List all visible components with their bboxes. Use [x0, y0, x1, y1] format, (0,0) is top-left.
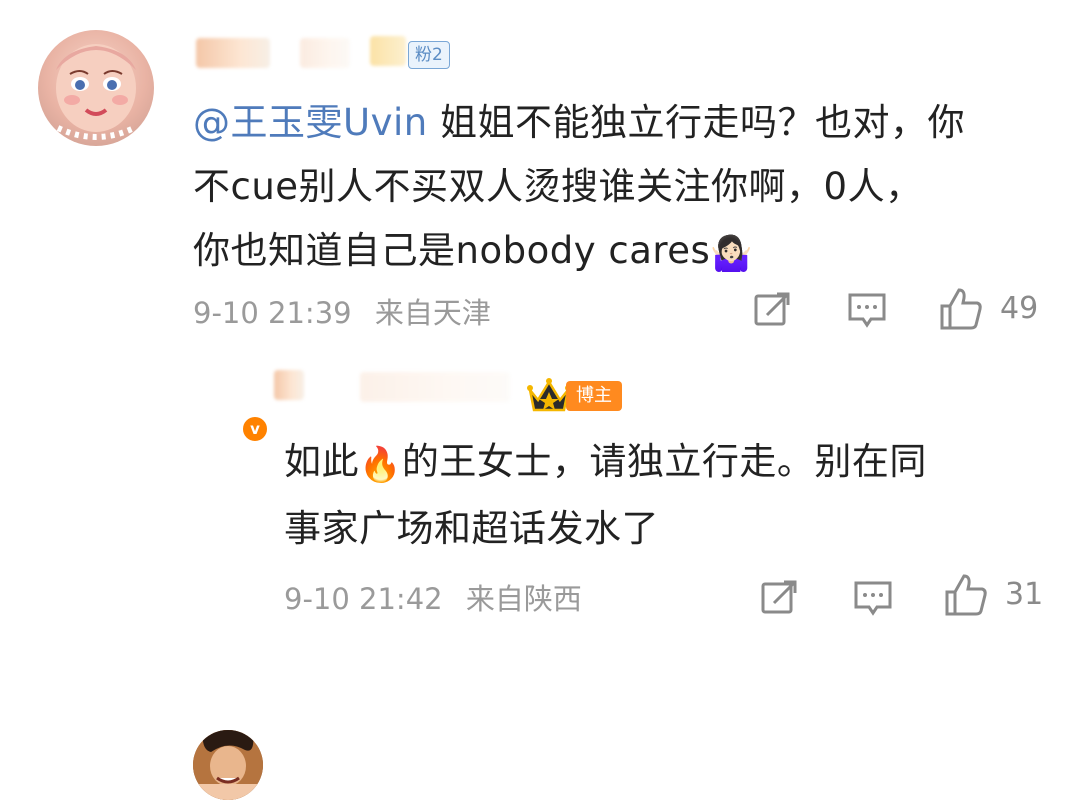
reply-line-2: 事家广场和超话发水了: [284, 507, 659, 550]
reply-meta: 9-10 21:42 来自陕西: [284, 576, 582, 618]
commenter-name-blurred-2[interactable]: [300, 38, 350, 68]
blogger-avatar[interactable]: [193, 730, 263, 800]
blogger-badge: 博主: [566, 381, 622, 411]
mention-link[interactable]: @王玉雯Uvin: [193, 101, 428, 144]
comment-line-3-text: 你也知道自己是nobody cares: [193, 229, 711, 272]
thumbs-up-icon[interactable]: [939, 287, 983, 331]
comment-line-1-text: 姐姐不能独立行走吗？也对，你: [427, 101, 965, 144]
comment-location: 来自天津: [374, 296, 491, 330]
comment-line-2: 不cue别人不买双人烫搜谁关注你啊，0人，: [193, 165, 923, 208]
commenter-name-blurred[interactable]: [196, 38, 270, 68]
fan-level-badge: 粉2: [408, 41, 450, 69]
comment-icon[interactable]: [847, 290, 887, 330]
commenter-avatar[interactable]: [38, 30, 154, 146]
reply-location: 来自陕西: [465, 582, 582, 616]
reply-date: 9-10 21:42: [284, 582, 443, 616]
reply-line-1a: 如此: [284, 440, 359, 483]
verified-badge: v: [241, 415, 269, 443]
reply-like-count: 31: [1005, 577, 1044, 612]
comment-icon[interactable]: [853, 578, 893, 618]
thumbs-up-icon[interactable]: [944, 573, 988, 617]
comment-main: 粉2 @王玉雯Uvin 姐姐不能独立行走吗？也对，你 不cue别人不买双人烫搜谁…: [0, 0, 1080, 360]
blogger-photo-image: [193, 730, 263, 800]
comment-meta: 9-10 21:39 来自天津: [193, 290, 491, 332]
comment-line-1: @王玉雯Uvin 姐姐不能独立行走吗？也对，你: [193, 91, 1053, 155]
comment-text: @王玉雯Uvin 姐姐不能独立行走吗？也对，你 不cue别人不买双人烫搜谁关注你…: [193, 91, 1053, 286]
fire-emoji: 🔥: [359, 445, 402, 485]
reply-line-1: 如此🔥的王女士，请独立行走。别在同: [284, 430, 1044, 497]
comment-reply: v 博主 如此🔥的王女士，请独立行走。别在同 事家广场和超话发水了 9-10 2…: [0, 360, 1080, 800]
share-icon[interactable]: [753, 289, 793, 329]
like-count: 49: [1000, 291, 1039, 326]
reply-line-1b: 的王女士，请独立行走。别在同: [401, 440, 927, 483]
shrug-emoji: 🤷🏻‍♀️: [710, 234, 754, 274]
share-icon[interactable]: [760, 577, 800, 617]
reply-text: 如此🔥的王女士，请独立行走。别在同 事家广场和超话发水了: [284, 430, 1044, 561]
blogger-name-blurred[interactable]: [274, 370, 304, 400]
blogger-name-blurred-2[interactable]: [360, 372, 510, 402]
doll-face-image: [56, 44, 136, 140]
comment-line-3: 你也知道自己是nobody cares🤷🏻‍♀️: [193, 219, 1053, 286]
comment-date: 9-10 21:39: [193, 296, 352, 330]
commenter-name-blurred-3[interactable]: [370, 36, 406, 66]
